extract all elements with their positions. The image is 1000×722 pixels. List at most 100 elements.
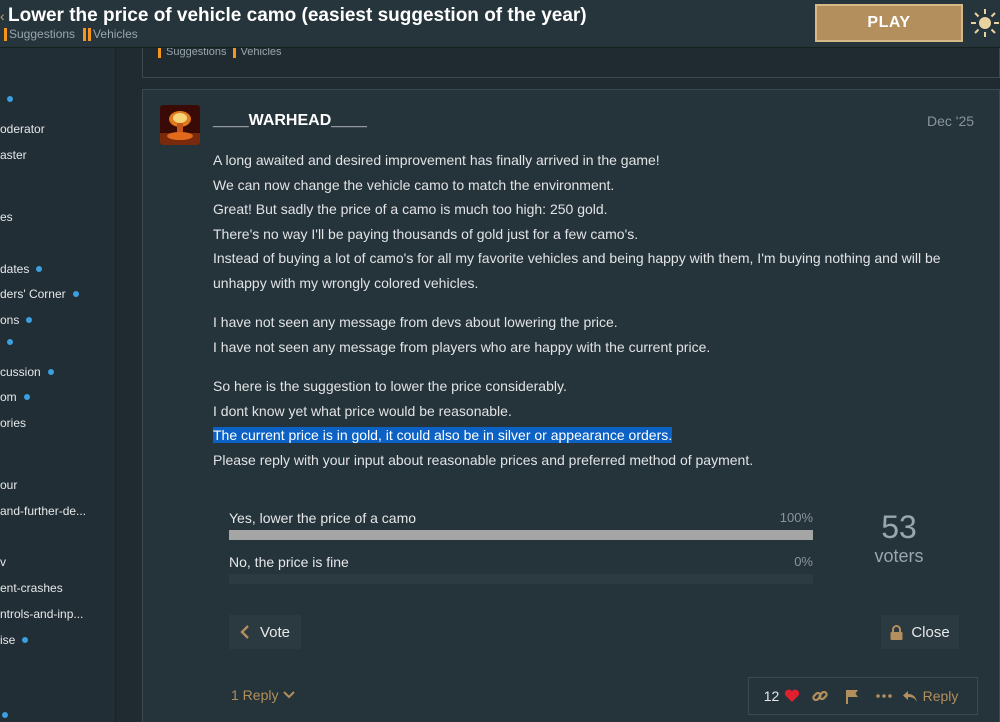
back-chevron-icon[interactable]: ‹ — [0, 8, 5, 24]
sidebar-item[interactable]: es — [0, 210, 13, 224]
replies-toggle[interactable]: 1 Reply — [231, 687, 296, 703]
body-line: Please reply with your input about reaso… — [213, 451, 754, 468]
poll-option-percent: 100% — [779, 510, 813, 525]
sidebar-item-label: ons — [0, 313, 20, 327]
unread-dot — [47, 369, 54, 375]
poll: Yes, lower the price of a camo 100% No, … — [229, 503, 813, 591]
category-color-bar — [83, 27, 87, 41]
post-card: ____WARHEAD____ Dec '25 A long awaited a… — [142, 89, 1000, 722]
category-label: Suggestions — [9, 27, 76, 41]
sidebar-item-label: oderator — [0, 122, 45, 136]
sidebar-item[interactable]: oderator — [0, 122, 45, 136]
sidebar-item-label: and-further-de... — [0, 504, 87, 518]
reply-button[interactable]: Reply — [897, 688, 963, 704]
sidebar-item-label: aster — [0, 148, 27, 162]
sidebar-item-label: om — [0, 390, 17, 404]
sidebar-item[interactable]: ders' Corner — [0, 287, 79, 301]
close-poll-button[interactable]: Close — [881, 615, 959, 649]
category-suggestions[interactable]: Suggestions — [4, 27, 75, 41]
category-vehicles[interactable]: Vehicles — [83, 27, 138, 41]
sidebar-item[interactable]: ories — [0, 416, 26, 430]
topic-header: ‹ Lower the price of vehicle camo (easie… — [0, 0, 1000, 48]
body-line: I have not seen any message from devs ab… — [213, 314, 618, 330]
post-username[interactable]: ____WARHEAD____ — [213, 112, 367, 130]
body-line: I dont know yet what price would be reas… — [213, 402, 512, 419]
unread-dot — [7, 96, 13, 102]
topic-title[interactable]: Lower the price of vehicle camo (easiest… — [8, 5, 587, 27]
poll-bar-track — [229, 574, 813, 584]
vote-label: Vote — [259, 623, 291, 641]
unread-dot — [7, 339, 13, 345]
category-color-bar — [4, 27, 7, 41]
paragraph: I have not seen any message from devs ab… — [213, 310, 973, 359]
sidebar-item[interactable]: aster — [0, 148, 27, 162]
sidebar-item[interactable]: ent-crashes — [0, 581, 63, 595]
highlighted-text: The current price is in gold, it could a… — [213, 427, 673, 443]
copy-link-button[interactable] — [807, 688, 833, 704]
sun-icon[interactable] — [970, 8, 1000, 38]
voters-label: voters — [874, 546, 924, 566]
poll-option-label: Yes, lower the price of a camo — [229, 510, 417, 526]
poll-option: No, the price is fine 0% — [229, 547, 813, 591]
sidebar-item-label: our — [0, 478, 18, 492]
like-count: 12 — [763, 688, 780, 704]
post-actions: 12 Reply — [748, 677, 978, 715]
category-color-bar — [88, 27, 92, 41]
poll-bar-track — [229, 530, 813, 540]
sidebar-item-label: cussion — [0, 365, 41, 379]
sidebar-item[interactable]: and-further-de... — [0, 504, 86, 518]
sidebar-item-label: ders' Corner — [0, 287, 66, 301]
sidebar-item[interactable]: dates — [0, 262, 43, 276]
sidebar-item-label: ories — [0, 416, 27, 430]
sidebar-item[interactable]: cussion — [0, 365, 54, 379]
reply-arrow-icon — [902, 690, 917, 702]
play-button[interactable]: PLAY — [815, 4, 963, 42]
body-line: Instead of buying a lot of camo's for al… — [213, 250, 941, 291]
unread-dot — [22, 637, 29, 643]
like-button[interactable]: 12 — [757, 688, 807, 704]
sidebar-item[interactable] — [0, 96, 13, 102]
sidebar-item-label: es — [0, 210, 13, 224]
sidebar-item[interactable]: om — [0, 390, 30, 404]
poll-option-percent: 0% — [794, 554, 813, 569]
body-line: Great! But sadly the price of a camo is … — [213, 201, 608, 217]
sidebar-item-label: dates — [0, 262, 30, 276]
avatar[interactable] — [160, 105, 200, 145]
paragraph: So here is the suggestion to lower the p… — [213, 374, 973, 472]
chevron-down-icon — [283, 691, 296, 699]
vote-button[interactable]: Vote — [229, 615, 301, 649]
sidebar-item[interactable]: v — [0, 555, 6, 569]
header-categories: Suggestions Vehicles — [4, 27, 138, 41]
poll-option: Yes, lower the price of a camo 100% — [229, 503, 813, 547]
sidebar-item-label: ent-crashes — [0, 581, 63, 595]
flag-button[interactable] — [833, 689, 871, 704]
flag-icon — [846, 689, 858, 704]
sidebar-item[interactable]: ise — [0, 633, 29, 647]
ellipsis-icon — [876, 694, 892, 698]
sidebar-item[interactable]: ntrols-and-inp... — [0, 607, 83, 621]
unread-dot — [26, 317, 33, 323]
sidebar-item[interactable]: ons — [0, 313, 33, 327]
unread-dot — [23, 394, 30, 400]
post-date[interactable]: Dec '25 — [927, 113, 974, 129]
body-line: A long awaited and desired improvement h… — [213, 152, 660, 168]
close-label: Close — [911, 623, 950, 641]
lock-icon — [890, 624, 903, 640]
link-icon — [812, 690, 828, 702]
poll-option-label: No, the price is fine — [229, 554, 349, 570]
reply-label: Reply — [922, 688, 959, 704]
sidebar-item-label: ise — [0, 633, 16, 647]
paragraph: A long awaited and desired improvement h… — [213, 148, 973, 295]
poll-bar-fill — [229, 530, 813, 540]
more-options-button[interactable] — [871, 694, 897, 698]
unread-dot — [36, 266, 43, 272]
sidebar-item[interactable]: our — [0, 478, 17, 492]
unread-dot — [72, 291, 79, 297]
body-line: There's no way I'll be paying thousands … — [213, 225, 639, 242]
chevron-left-icon — [240, 625, 249, 639]
body-line: So here is the suggestion to lower the p… — [213, 378, 567, 394]
sidebar-item[interactable] — [0, 339, 13, 345]
sidebar-item-label: ntrols-and-inp... — [0, 607, 84, 621]
heart-icon — [785, 689, 800, 702]
body-line: We can now change the vehicle camo to ma… — [213, 176, 615, 193]
